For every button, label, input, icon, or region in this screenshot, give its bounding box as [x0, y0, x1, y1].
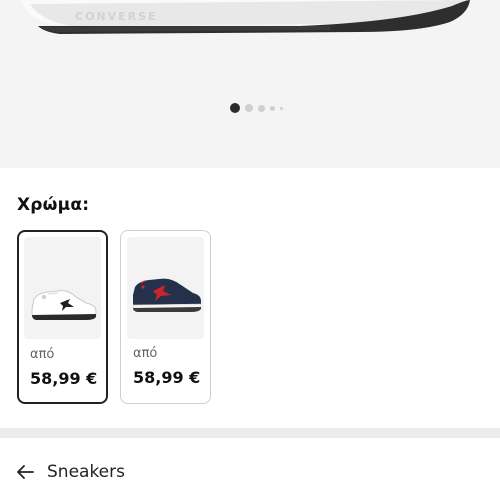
carousel-dot[interactable] — [245, 104, 253, 112]
product-image-gallery[interactable]: CONVERSE — [0, 0, 500, 168]
product-image: CONVERSE — [20, 0, 470, 34]
carousel-dot[interactable] — [258, 104, 265, 112]
color-variant-white-selected[interactable]: από 58,99 € — [17, 230, 108, 404]
color-variant-navy-red[interactable]: από 58,99 € — [120, 230, 211, 404]
navy-sneaker-image — [132, 278, 202, 312]
section-divider — [0, 428, 500, 438]
breadcrumb-back-link[interactable]: Sneakers — [0, 452, 500, 492]
variant-thumbnail — [24, 237, 101, 339]
arrow-left-icon — [17, 465, 34, 479]
variant-price: 58,99 € — [133, 368, 201, 387]
from-label: από — [133, 346, 158, 361]
breadcrumb-label: Sneakers — [47, 462, 125, 482]
variant-thumbnail — [127, 237, 204, 339]
variant-price: 58,99 € — [30, 369, 98, 388]
carousel-dot[interactable] — [280, 106, 283, 110]
color-section-title: Χρώμα: — [17, 195, 90, 215]
carousel-indicator[interactable] — [230, 102, 283, 114]
carousel-dot[interactable] — [270, 105, 275, 111]
white-sneaker-image — [31, 290, 97, 320]
brand-emboss: CONVERSE — [75, 10, 158, 23]
from-label: από — [30, 347, 55, 362]
carousel-dot-active[interactable] — [230, 103, 240, 113]
